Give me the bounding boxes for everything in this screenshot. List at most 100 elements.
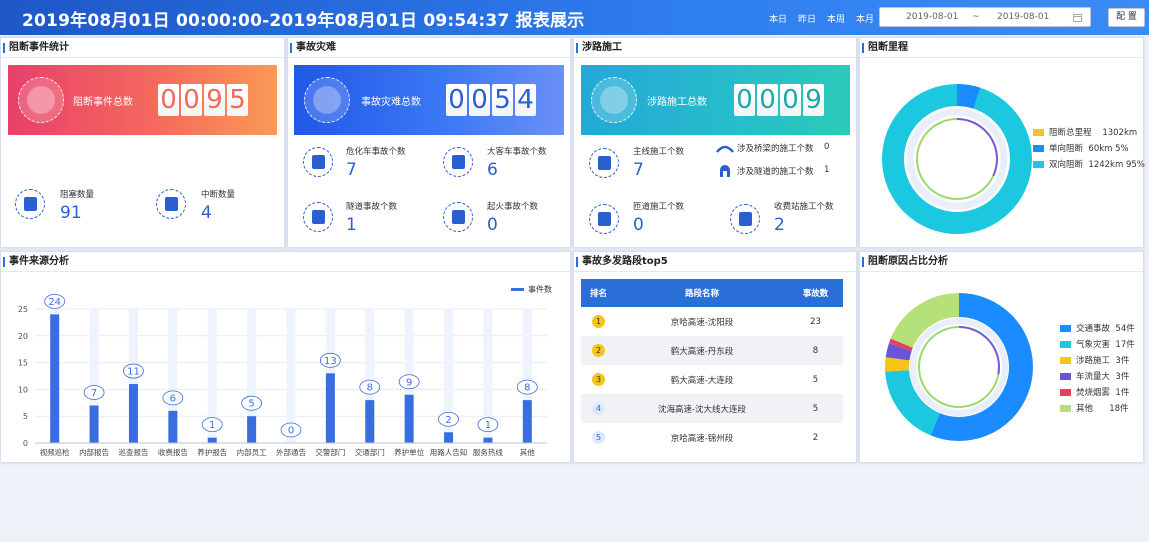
rank-badge: 5	[592, 431, 605, 444]
bar[interactable]	[50, 314, 60, 443]
bar[interactable]	[404, 394, 414, 443]
bar[interactable]	[89, 405, 99, 443]
legend-item[interactable]: 交通事故 54件	[1060, 322, 1135, 334]
top5-table: 排名 路段名称 事故数 1 京哈高速-沈阳段 23 2 鹤大高速-丹东段 8 3…	[581, 279, 843, 452]
digit: 5	[492, 84, 513, 116]
bar[interactable]	[483, 437, 493, 443]
causes-panel: 阻断原因占比分析 交通事故 54件 气象灾害 17件 涉路施工 3件 车流量大 …	[859, 251, 1144, 463]
stat-label: 匝道施工个数	[633, 202, 685, 212]
bar[interactable]	[522, 400, 532, 443]
interruption-icon	[156, 189, 186, 219]
header-bar: 2019年08月01日 00:00:00-2019年08月01日 09:54:3…	[0, 0, 1149, 35]
date-end-input[interactable]: 2019-08-01	[997, 12, 1049, 22]
stat-value: 1	[346, 215, 357, 235]
bar[interactable]	[207, 437, 217, 443]
worker-icon	[589, 148, 619, 178]
bus-icon	[443, 147, 473, 177]
toll-station-icon	[730, 204, 760, 234]
top5-panel: 事故多发路段top5 排名 路段名称 事故数 1 京哈高速-沈阳段 23 2 鹤…	[573, 251, 857, 463]
stat-label: 中断数量	[201, 190, 236, 200]
accidents-total-banner: 事故灾难总数 0 0 5 4	[294, 65, 564, 135]
tunnel-construction-label: 涉及隧道的施工个数	[737, 167, 814, 177]
accident-count: 8	[788, 336, 843, 365]
digit: 0	[469, 84, 490, 116]
legend-item[interactable]: 焚烧烟雾 1件	[1060, 386, 1129, 398]
banner-label: 涉路施工总数	[647, 97, 707, 108]
warning-doc-icon	[18, 77, 64, 123]
x-tick-label: 用路人告知	[430, 447, 468, 457]
panel-title: 阻断里程	[860, 38, 1143, 58]
stat-label: 危化车事故个数	[346, 147, 406, 157]
x-tick-label: 内部报告	[79, 447, 109, 457]
legend-item[interactable]: 涉路施工 3件	[1060, 354, 1129, 366]
digit: 9	[204, 84, 225, 116]
range-month-button[interactable]: 本月	[856, 12, 874, 25]
digit: 9	[803, 84, 824, 116]
digit: 0	[446, 84, 467, 116]
column-header: 事故数	[788, 279, 843, 307]
data-label: 9	[406, 377, 412, 388]
stat-label: 阻塞数量	[60, 190, 95, 200]
panel-title: 事故灾难	[288, 38, 570, 58]
table-row[interactable]: 4 沈海高速-沈大线大连段 5	[581, 394, 843, 423]
bridge-construction-label: 涉及桥梁的施工个数	[737, 144, 814, 154]
legend-item[interactable]: 其他 18件	[1060, 402, 1129, 414]
bar[interactable]	[247, 416, 257, 443]
x-tick-label: 其他	[520, 447, 535, 457]
road-name: 鹤大高速-大连段	[670, 375, 734, 386]
stat-value: 6	[487, 160, 498, 180]
accident-count: 5	[812, 374, 819, 385]
stat-label: 起火事故个数	[487, 202, 539, 212]
range-week-button[interactable]: 本周	[827, 12, 845, 25]
accidents-panel: 事故灾难 事故灾难总数 0 0 5 4 危化车事故个数 7 大客车事故个数 6 …	[287, 37, 571, 248]
data-label: 6	[170, 393, 176, 404]
bar[interactable]	[168, 410, 178, 443]
rank-badge: 4	[592, 402, 605, 415]
x-tick-label: 交通部门	[355, 447, 385, 457]
tunnel-construction-value: 1	[824, 165, 830, 175]
range-today-button[interactable]: 本日	[769, 12, 787, 25]
legend-item[interactable]: 单向阻断 60km 5%	[1033, 142, 1129, 154]
tunnel-small-icon	[720, 165, 730, 177]
bar[interactable]	[365, 400, 375, 443]
crash-car-icon	[304, 77, 350, 123]
legend-item[interactable]: 阻断总里程 1302km	[1033, 126, 1137, 138]
data-label: 1	[485, 420, 491, 431]
accident-count: 23	[810, 316, 821, 327]
legend-label[interactable]: 事件数	[528, 284, 552, 294]
table-row[interactable]: 3 鹤大高速-大连段 5	[581, 365, 843, 394]
y-tick-label: 0	[23, 439, 28, 448]
bar[interactable]	[325, 373, 335, 443]
data-label: 5	[248, 399, 254, 410]
panel-title: 事故多发路段top5	[574, 252, 856, 272]
column-header: 路段名称	[616, 279, 788, 307]
range-yesterday-button[interactable]: 昨日	[798, 12, 816, 25]
congestion-icon	[15, 189, 45, 219]
bar[interactable]	[444, 432, 454, 443]
data-label: 2	[445, 415, 451, 426]
causes-donut-chart	[885, 293, 1033, 441]
road-worker-icon	[591, 77, 637, 123]
table-row[interactable]: 2 鹤大高速-丹东段 8	[581, 336, 843, 365]
ramp-icon	[589, 204, 619, 234]
panel-title: 阻断原因占比分析	[860, 252, 1143, 272]
legend-item[interactable]: 双向阻断 1242km 95%	[1033, 158, 1145, 170]
bar[interactable]	[128, 384, 138, 443]
rank-badge: 2	[592, 344, 605, 357]
date-range-picker[interactable]: 2019-08-01 ~ 2019-08-01	[879, 7, 1091, 27]
digit: 0	[181, 84, 202, 116]
legend-item[interactable]: 车流量大 3件	[1060, 370, 1129, 382]
config-button[interactable]: 配 置	[1108, 8, 1145, 27]
bridge-icon	[716, 145, 734, 153]
x-tick-label: 养护单位	[394, 447, 424, 457]
table-row[interactable]: 5 京哈高速-锦州段 2	[581, 423, 843, 452]
stat-label: 隧道事故个数	[346, 202, 398, 212]
mileage-donut-chart	[882, 84, 1032, 234]
panel-title: 阻断事件统计	[1, 38, 284, 58]
legend-item[interactable]: 气象灾害 17件	[1060, 338, 1135, 350]
column-header: 排名	[581, 279, 616, 307]
blocking-total-banner: 阻断事件总数 0 0 9 5	[8, 65, 277, 135]
x-tick-label: 收费报告	[158, 447, 188, 457]
date-start-input[interactable]: 2019-08-01	[906, 12, 958, 22]
table-row[interactable]: 1 京哈高速-沈阳段 23	[581, 307, 843, 336]
